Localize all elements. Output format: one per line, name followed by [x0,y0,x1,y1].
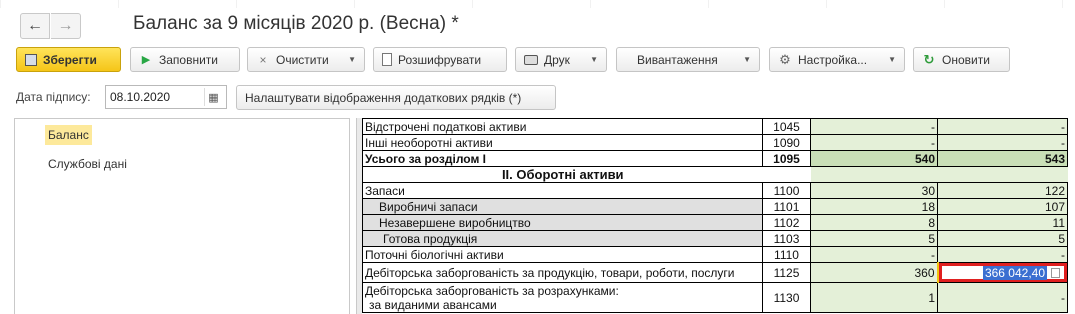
chevron-down-icon: ▼ [590,55,598,64]
printer-icon [524,54,538,65]
table-row: Поточні біологічні активи 1110 - - [362,246,1068,263]
row-name: Дебіторська заборгованість за розрахунка… [362,282,763,313]
configure-rows-button[interactable]: Налаштувати відображення додаткових рядк… [236,85,556,110]
value-end-cell[interactable]: - [937,246,1068,263]
row-code: 1090 [762,134,811,151]
value-begin-cell[interactable]: 18 [810,198,938,215]
sidebar-item-balance[interactable]: Баланс [45,125,92,145]
print-button[interactable]: Друк ▼ [515,47,607,72]
value-end-cell[interactable]: 11 [937,214,1068,231]
section-title: II. Оборотні активи [362,166,763,183]
table-row: Дебіторська заборгованість за розрахунка… [362,282,1068,313]
balance-grid: Відстрочені податкові активи 1045 - - Ін… [356,118,1075,314]
decode-button[interactable]: Розшифрувати [373,47,507,72]
row-code: 1125 [762,262,811,283]
table-row: Інші необоротні активи 1090 - - [362,134,1068,151]
page-title: Баланс за 9 місяців 2020 р. (Весна) * [133,13,459,34]
value-end-cell[interactable]: 5 [937,230,1068,247]
sections-panel: Баланс Службові дані [14,118,350,314]
settings-button[interactable]: ⚙ Настройка... ▼ [769,47,905,72]
balance-table: Відстрочені податкові активи 1045 - - Ін… [362,118,1068,313]
row-code: 1100 [762,182,811,199]
gear-icon: ⚙ [779,51,791,67]
value-end-cell [937,166,1068,183]
floppy-disk-icon [25,53,37,66]
document-icon [382,53,392,66]
value-begin-cell: 540 [810,150,938,167]
value-begin-cell[interactable]: 8 [810,214,938,231]
value-begin-cell[interactable]: - [810,118,938,135]
close-icon: × [259,52,267,67]
save-button[interactable]: Зберегти [16,47,121,72]
section-header-row: II. Оборотні активи [362,166,1068,183]
row-name: Виробничі запаси [362,198,763,215]
row-code: 1101 [762,198,811,215]
export-button[interactable]: Вивантаження ▼ [616,47,760,72]
back-button[interactable]: ← [20,13,50,39]
chevron-down-icon: ▼ [888,55,896,64]
forward-button[interactable]: → [51,13,81,39]
value-begin-cell[interactable]: 5 [810,230,938,247]
value-end-cell[interactable]: 107 [937,198,1068,215]
fill-button[interactable]: ▶ Заповнити [130,47,240,72]
row-name-line1: Дебіторська заборгованість за розрахунка… [365,283,619,298]
value-begin-cell[interactable]: 360 [810,262,939,283]
value-begin-cell[interactable]: - [810,246,938,263]
row-name: Готова продукція [362,230,763,247]
calculator-icon[interactable] [1051,267,1060,278]
active-value-end-cell[interactable]: 366 042,40 [937,262,1068,283]
play-icon: ▶ [141,54,151,66]
value-end-cell[interactable]: - [937,282,1068,313]
title-area-grid [0,0,1075,8]
value-begin-cell[interactable]: 30 [810,182,938,199]
table-row: Дебіторська заборгованість за продукцію,… [362,262,1068,283]
row-name: Інші необоротні активи [362,134,763,151]
row-name-line2: за виданими авансами [369,297,497,312]
arrow-right-icon: → [57,17,74,34]
value-end-cell[interactable]: 122 [937,182,1068,199]
calendar-icon[interactable]: ▦ [204,88,222,106]
row-code: 1102 [762,214,811,231]
table-row: Готова продукція 1103 5 5 [362,230,1068,247]
arrow-left-icon: ← [27,17,43,34]
row-code [762,166,811,183]
signature-date-field[interactable]: 08.10.2020 ▦ [105,85,227,109]
value-end-cell[interactable]: - [937,118,1068,135]
value-end-cell[interactable]: - [937,134,1068,151]
row-code: 1110 [762,246,811,263]
row-name: Поточні біологічні активи [362,246,763,263]
refresh-icon: ↻ [923,51,935,67]
row-code: 1045 [762,118,811,135]
chevron-down-icon: ▼ [348,55,356,64]
table-row: Виробничі запаси 1101 18 107 [362,198,1068,215]
row-code: 1103 [762,230,811,247]
sidebar-item-service-data[interactable]: Службові дані [45,154,130,174]
value-end-cell: 543 [937,150,1068,167]
table-row: Відстрочені податкові активи 1045 - - [362,118,1068,135]
row-code: 1130 [762,282,811,313]
clear-button[interactable]: × Очистити ▼ [247,47,365,72]
table-row: Запаси 1100 30 122 [362,182,1068,199]
chevron-down-icon: ▼ [743,55,751,64]
row-name: Усього за розділом I [362,150,763,167]
row-name: Незавершене виробництво [362,214,763,231]
signature-date-value: 08.10.2020 [110,90,171,104]
row-name: Відстрочені податкові активи [362,118,763,135]
table-row: Усього за розділом I 1095 540 543 [362,150,1068,167]
value-begin-cell[interactable]: 1 [810,282,938,313]
refresh-button[interactable]: ↻ Оновити [913,47,1010,72]
value-begin-cell [810,166,938,183]
selected-value[interactable]: 366 042,40 [982,265,1047,280]
active-cell-editor[interactable]: 366 042,40 [938,263,1067,282]
row-name: Запаси [362,182,763,199]
row-name: Дебіторська заборгованість за продукцію,… [362,262,763,283]
signature-date-label: Дата підпису: [16,90,91,104]
table-row: Незавершене виробництво 1102 8 11 [362,214,1068,231]
value-begin-cell[interactable]: - [810,134,938,151]
row-code: 1095 [762,150,811,167]
